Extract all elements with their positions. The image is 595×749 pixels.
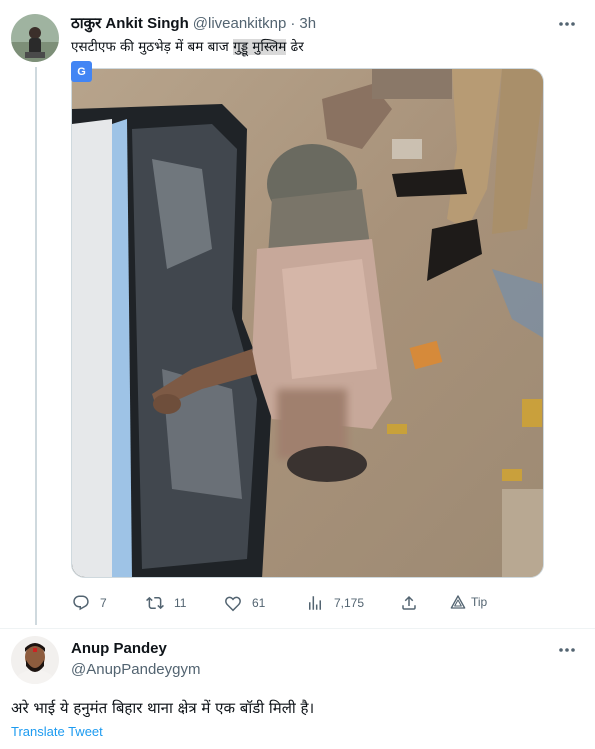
translate-tweet-link[interactable]: Translate Tweet (11, 724, 103, 739)
like-button[interactable]: 61 (224, 594, 265, 612)
reply-count: 7 (100, 596, 107, 610)
thread-line (35, 67, 37, 625)
reply-button[interactable]: 7 (72, 594, 107, 612)
tweet-time[interactable]: 3h (299, 15, 316, 32)
tweet-text-part: ढेर (286, 39, 304, 55)
tip-label: Tip (471, 595, 488, 609)
tweet-text: एसटीएफ की मुठभेड़ में बम बाज गुड्डू मुस्… (71, 37, 304, 55)
share-button[interactable] (400, 594, 418, 612)
retweet-icon (146, 596, 164, 610)
author-avatar[interactable] (11, 14, 59, 62)
author-handle[interactable]: @liveankitknp (193, 15, 287, 32)
reply-author-handle[interactable]: @AnupPandeygym (71, 661, 200, 678)
reply-icon (73, 595, 89, 611)
more-icon[interactable] (557, 14, 577, 39)
reply-text: अरे भाई ये हनुमंत बिहार थाना क्षेत्र में… (11, 699, 315, 717)
google-translate-icon[interactable]: G (71, 61, 92, 82)
retweet-count: 11 (174, 596, 187, 610)
reply-author-avatar[interactable] (11, 636, 59, 684)
heart-icon (225, 596, 241, 612)
reply-author-name[interactable]: Anup Pandey (71, 640, 167, 657)
views-button[interactable]: 7,175 (306, 594, 364, 612)
tweet-text-highlight: गुड्डू मुस्लिम (233, 39, 287, 55)
tip-icon (450, 595, 466, 609)
views-icon (309, 596, 321, 610)
header-separator: · (290, 15, 296, 32)
tweet-media-image[interactable] (71, 68, 544, 578)
like-count: 61 (252, 596, 266, 610)
views-count: 7,175 (334, 596, 365, 610)
google-translate-letter: G (77, 65, 86, 78)
retweet-button[interactable]: 11 (146, 594, 186, 612)
tweet-header: ठाकुर Ankit Singh @liveankitknp · 3h (71, 13, 316, 33)
more-icon[interactable] (557, 640, 577, 665)
author-name[interactable]: ठाकुर Ankit Singh (71, 13, 189, 33)
tweet-text-part: एसटीएफ की मुठभेड़ में बम बाज (71, 39, 234, 55)
share-icon (402, 595, 416, 610)
divider (0, 628, 595, 629)
tip-button[interactable]: Tip (450, 594, 487, 610)
